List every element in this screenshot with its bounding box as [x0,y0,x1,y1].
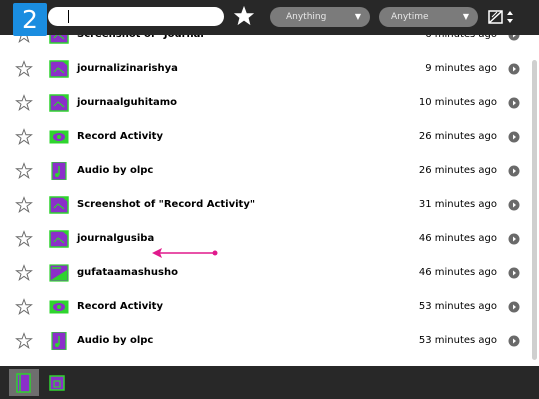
audio-icon[interactable] [49,162,69,180]
entry-details-icon[interactable] [508,301,520,313]
favorite-star-icon[interactable] [15,94,33,112]
image-icon[interactable] [49,196,69,214]
entry-details-icon[interactable] [508,35,520,41]
audio-icon[interactable] [49,332,69,350]
documents-icon[interactable] [48,374,66,392]
entry-title: Screenshot of "Record Activity" [77,199,256,210]
entry-details-icon[interactable] [508,63,520,75]
favorite-star-icon[interactable] [15,230,33,248]
journal-entry-row[interactable]: Screenshot of "Record Activity" 31 minute… [0,188,530,222]
image-icon[interactable] [49,230,69,248]
chevron-down-icon: ▼ [354,12,361,21]
favorite-star-icon[interactable] [15,162,33,180]
favorite-star-icon[interactable] [15,196,33,214]
entry-time: 10 minutes ago [418,97,497,108]
sort-icon[interactable] [486,7,520,27]
entry-details-icon[interactable] [508,131,520,143]
entry-details-icon[interactable] [508,233,520,245]
favorite-star-icon[interactable] [15,264,33,282]
scrollbar-thumb[interactable] [532,60,537,360]
entry-time: 9 minutes ago [425,63,497,74]
entry-title: journalizinarishya [77,63,178,74]
journal-entry-row[interactable]: Audio by olpc 26 minutes ago [0,154,530,188]
journal-entry-row[interactable]: Audio by olpc 53 minutes ago [0,324,530,358]
star-icon[interactable] [233,5,255,27]
scrollbar[interactable] [531,35,539,366]
journal-entry-row[interactable]: Screenshot of "Journal" 6 minutes ago [0,35,530,52]
journal-entry-row[interactable]: journalgusiba 46 minutes ago [0,222,530,256]
step-badge: 2 [13,3,47,36]
journal-icon [16,373,31,393]
record-icon[interactable] [49,128,69,146]
entry-title: Record Activity [77,301,163,312]
image-icon[interactable] [49,60,69,78]
favorite-star-icon[interactable] [15,35,33,44]
entry-time: 46 minutes ago [418,267,497,278]
entry-details-icon[interactable] [508,335,520,347]
what-filter-label: Anything [286,12,327,22]
entry-title: Record Activity [77,131,163,142]
entry-title: Screenshot of "Journal" [77,35,209,42]
image-icon[interactable] [49,94,69,112]
entry-title: Audio by olpc [77,165,154,176]
search-input[interactable] [48,7,224,26]
journal-bottom-toolbar [0,366,539,399]
entry-title: gufataamashusho [77,267,178,278]
entry-time: 46 minutes ago [418,233,497,244]
entry-time: 26 minutes ago [418,165,497,176]
journal-entry-row[interactable]: journalizinarishya 9 minutes ago [0,52,530,86]
text-cursor [68,10,69,23]
record-icon[interactable] [49,298,69,316]
when-filter-dropdown[interactable]: Anytime ▼ [379,7,478,27]
journal-entry-row[interactable]: journaalguhitamo 10 minutes ago [0,86,530,120]
journal-entry-row[interactable]: Record Activity 26 minutes ago [0,120,530,154]
favorite-star-icon[interactable] [15,128,33,146]
entry-details-icon[interactable] [508,267,520,279]
chevron-down-icon: ▼ [462,12,469,21]
when-filter-label: Anytime [391,12,429,22]
entry-title: journalgusiba [77,233,155,244]
favorite-star-icon[interactable] [15,60,33,78]
entry-title: Audio by olpc [77,335,154,346]
annotation-arrow [152,248,218,258]
entry-time: 26 minutes ago [418,131,497,142]
image-icon[interactable] [49,35,69,44]
entry-time: 31 minutes ago [418,199,497,210]
entry-time: 53 minutes ago [418,301,497,312]
entry-details-icon[interactable] [508,97,520,109]
entry-time: 53 minutes ago [418,335,497,346]
journal-entry-row[interactable]: Record Activity 53 minutes ago [0,290,530,324]
paint-icon[interactable] [49,264,69,282]
journal-view-button[interactable] [9,369,39,396]
journal-entry-list: Screenshot of "Journal" 6 minutes ago jour… [0,35,530,366]
journal-toolbar: Anything ▼ Anytime ▼ [0,0,539,35]
favorite-star-icon[interactable] [15,332,33,350]
entry-time: 6 minutes ago [425,35,497,42]
entry-details-icon[interactable] [508,165,520,177]
entry-details-icon[interactable] [508,199,520,211]
journal-entry-row[interactable]: gufataamashusho 46 minutes ago [0,256,530,290]
favorite-star-icon[interactable] [15,298,33,316]
what-filter-dropdown[interactable]: Anything ▼ [270,7,370,27]
entry-title: journaalguhitamo [77,97,178,108]
